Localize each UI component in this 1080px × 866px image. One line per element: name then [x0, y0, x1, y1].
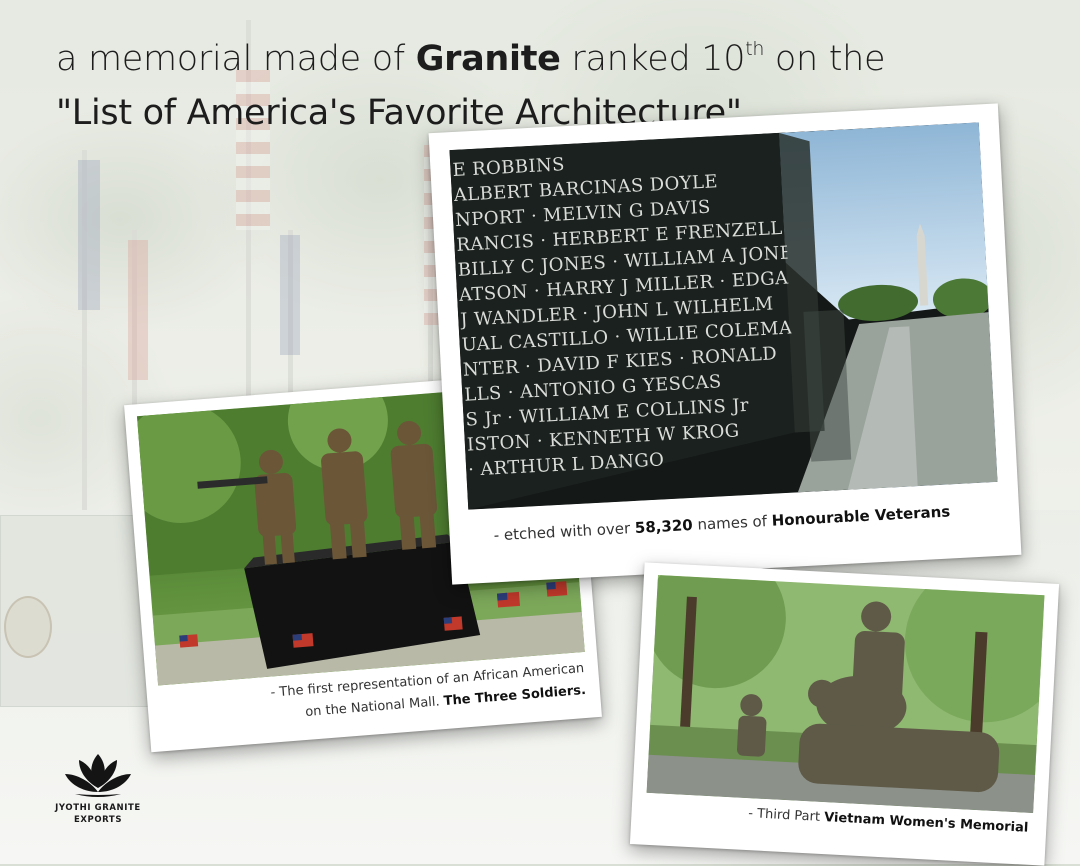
headline-text: ranked 10	[560, 39, 746, 79]
logo-text-line-1: JYOTHI GRANITE	[55, 803, 141, 813]
womens-memorial-photo	[646, 575, 1045, 814]
caption-emphasis: Vietnam Women's Memorial	[823, 810, 1029, 836]
caption-text: - Third Part	[747, 806, 825, 826]
memorial-wall-photo: E ROBBINS ALBERT BARCINAS DOYLE NPORT · …	[449, 122, 998, 510]
caption-emphasis: Honourable Veterans	[771, 502, 951, 530]
logo-text-line-2: EXPORTS	[73, 815, 123, 825]
photo-card-memorial-wall: E ROBBINS ALBERT BARCINAS DOYLE NPORT · …	[428, 103, 1022, 585]
brand-logo: JYOTHI GRANITE EXPORTS	[48, 752, 148, 826]
memorial-wall-caption: - etched with over 58,320 names of Honou…	[493, 502, 950, 544]
background-seal	[4, 596, 52, 658]
lotus-icon	[65, 754, 131, 797]
headline-ordinal-suffix: th	[745, 38, 765, 60]
caption-names-count: 58,320	[634, 515, 694, 537]
headline-line-1: a memorial made of Granite ranked 10th o…	[56, 32, 886, 86]
womens-memorial-illustration	[646, 575, 1045, 814]
engraved-names: E ROBBINS ALBERT BARCINAS DOYLE NPORT · …	[452, 141, 799, 498]
headline-granite-word: Granite	[415, 39, 561, 79]
photo-card-womens-memorial: - Third Part Vietnam Women's Memorial	[629, 562, 1060, 866]
caption-text: names of	[692, 511, 773, 534]
headline-text: a memorial made of	[56, 39, 416, 79]
caption-text: - etched with over	[493, 518, 636, 545]
headline-text: on the	[764, 39, 886, 79]
